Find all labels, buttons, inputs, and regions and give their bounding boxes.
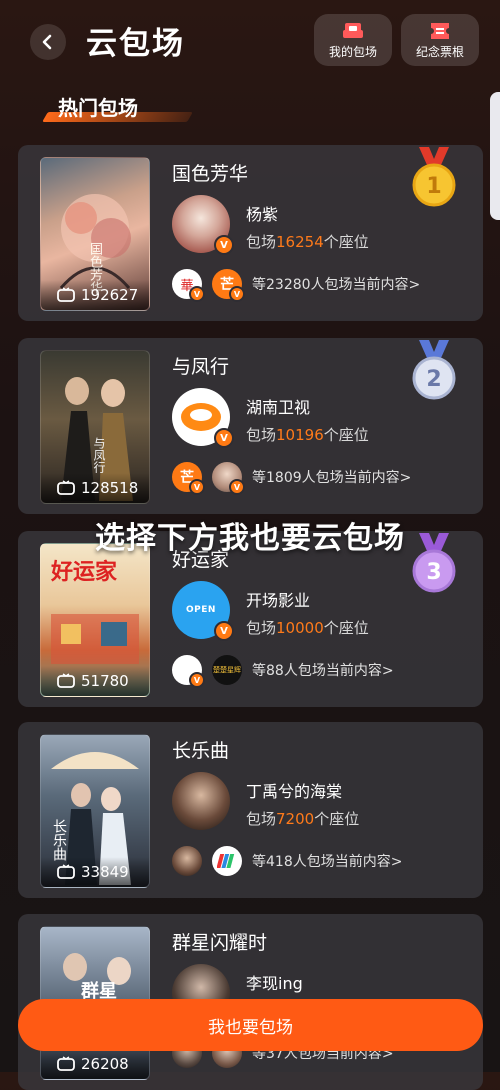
participant-avatar[interactable]: V bbox=[212, 462, 245, 495]
seat-number: 10196 bbox=[276, 426, 324, 444]
participant-avatar[interactable]: 芒 V bbox=[212, 269, 245, 302]
view-count-value: 33849 bbox=[81, 863, 129, 881]
drama-poster[interactable]: 好运家 51780 bbox=[40, 543, 150, 697]
verified-badge-icon: V bbox=[189, 479, 205, 495]
participant-avatar[interactable]: 華 V bbox=[172, 269, 205, 302]
seat-suffix: 个座位 bbox=[323, 426, 369, 444]
booking-card[interactable]: 好运家 51780 好运家 OPEN V 开场影业 包场10000个座位 V 楚… bbox=[18, 531, 483, 707]
participant-avatar[interactable] bbox=[212, 846, 242, 876]
book-now-label: 我也要包场 bbox=[208, 1017, 293, 1038]
verified-badge-icon: V bbox=[189, 286, 205, 302]
top-bar: 云包场 我的包场 纪念票根 bbox=[0, 0, 500, 90]
drama-poster[interactable]: 国色芳华 192627 bbox=[40, 157, 150, 311]
others-link[interactable]: 等23280人包场当前内容> bbox=[252, 274, 420, 294]
my-booking-label: 我的包场 bbox=[328, 44, 377, 59]
ticket-icon bbox=[431, 22, 449, 39]
others-link[interactable]: 等418人包场当前内容> bbox=[252, 851, 402, 871]
my-booking-button[interactable]: 我的包场 bbox=[314, 14, 392, 66]
tv-icon bbox=[57, 673, 75, 688]
view-count-value: 192627 bbox=[81, 286, 139, 304]
side-handle[interactable] bbox=[490, 92, 500, 220]
host-name: 杨紫 bbox=[246, 205, 279, 224]
seat-prefix: 包场 bbox=[246, 810, 277, 828]
verified-badge-icon: V bbox=[214, 428, 234, 448]
drama-title: 群星闪耀时 bbox=[172, 932, 268, 954]
gold-medal-icon: 1 bbox=[412, 147, 456, 207]
view-count-value: 26208 bbox=[81, 1055, 129, 1073]
medal-rank: 3 bbox=[426, 560, 441, 585]
overlay-caption: 选择下方我也要云包场 bbox=[95, 521, 405, 556]
section-title: 热门包场 bbox=[58, 96, 138, 120]
drama-poster[interactable]: 与凤行 128518 bbox=[40, 350, 150, 504]
host-avatar[interactable]: OPEN V bbox=[172, 581, 234, 641]
seat-number: 7200 bbox=[276, 810, 315, 828]
view-count-value: 51780 bbox=[81, 672, 129, 690]
seat-suffix: 个座位 bbox=[323, 619, 369, 637]
seat-count: 包场7200个座位 bbox=[246, 808, 359, 829]
seat-count: 包场10000个座位 bbox=[246, 617, 369, 638]
seat-suffix: 个座位 bbox=[323, 233, 369, 251]
tv-icon bbox=[57, 864, 75, 879]
back-button[interactable] bbox=[30, 24, 66, 60]
booking-card[interactable]: 与凤行 128518 与凤行 V 湖南卫视 包场10196个座位 芒 V V 等… bbox=[18, 338, 483, 514]
view-count: 128518 bbox=[41, 473, 149, 503]
seat-number: 16254 bbox=[276, 233, 324, 251]
view-count: 51780 bbox=[41, 666, 149, 696]
poster-title-text: 长乐曲 bbox=[51, 819, 67, 861]
drama-title: 与凤行 bbox=[172, 356, 230, 378]
poster-title-text: 好运家 bbox=[51, 560, 118, 585]
medal-rank: 1 bbox=[426, 174, 441, 199]
tv-icon bbox=[57, 1056, 75, 1071]
back-arrow-icon bbox=[42, 34, 52, 50]
verified-badge-icon: V bbox=[214, 621, 234, 641]
chuchu-logo-icon: 楚楚星辉 bbox=[213, 666, 241, 674]
verified-badge-icon: V bbox=[214, 235, 234, 255]
others-link[interactable]: 等1809人包场当前内容> bbox=[252, 467, 411, 487]
view-count: 33849 bbox=[41, 857, 149, 887]
view-count: 192627 bbox=[41, 280, 149, 310]
seat-icon bbox=[343, 22, 363, 38]
seat-count: 包场10196个座位 bbox=[246, 424, 369, 445]
verified-badge-icon: V bbox=[229, 479, 245, 495]
page-title: 云包场 bbox=[86, 26, 185, 62]
medal-rank: 2 bbox=[426, 367, 441, 392]
colorful-logo-icon bbox=[217, 854, 235, 868]
seat-number: 10000 bbox=[276, 619, 324, 637]
silver-medal-icon: 2 bbox=[412, 340, 456, 400]
booking-card[interactable]: 国色芳华 192627 国色芳华 V 杨紫 包场16254个座位 華 V 芒 V… bbox=[18, 145, 483, 321]
seat-prefix: 包场 bbox=[246, 619, 277, 637]
host-name: 丁禹兮的海棠 bbox=[246, 782, 343, 801]
verified-badge-icon: V bbox=[189, 672, 205, 688]
host-name: 开场影业 bbox=[246, 591, 311, 610]
drama-poster[interactable]: 长乐曲 33849 bbox=[40, 734, 150, 888]
book-now-button[interactable]: 我也要包场 bbox=[18, 999, 483, 1051]
poster-title-text: 与凤行 bbox=[92, 437, 106, 473]
host-name: 湖南卫视 bbox=[246, 398, 311, 417]
seat-prefix: 包场 bbox=[246, 426, 277, 444]
seat-count: 包场16254个座位 bbox=[246, 231, 369, 252]
host-avatar[interactable]: V bbox=[172, 388, 234, 448]
tv-icon bbox=[57, 480, 75, 495]
tv-icon bbox=[57, 287, 75, 302]
open-logo-icon: OPEN bbox=[186, 605, 216, 615]
participant-avatar[interactable]: 芒 V bbox=[172, 462, 205, 495]
host-name: 李现ing bbox=[246, 974, 303, 993]
participant-avatar[interactable] bbox=[172, 846, 202, 876]
booking-card[interactable]: 长乐曲 33849 长乐曲 丁禹兮的海棠 包场7200个座位 等418人包场当前… bbox=[18, 722, 483, 898]
participant-avatar[interactable]: 楚楚星辉 bbox=[212, 655, 242, 685]
verified-badge-icon: V bbox=[229, 286, 245, 302]
host-avatar[interactable] bbox=[172, 772, 230, 830]
view-count-value: 128518 bbox=[81, 479, 139, 497]
others-link[interactable]: 等88人包场当前内容> bbox=[252, 660, 394, 680]
participant-avatar[interactable]: V bbox=[172, 655, 205, 688]
seat-suffix: 个座位 bbox=[314, 810, 360, 828]
view-count: 26208 bbox=[41, 1049, 149, 1079]
souvenir-ticket-label: 纪念票根 bbox=[415, 44, 464, 59]
host-avatar[interactable]: V bbox=[172, 195, 234, 255]
drama-title: 国色芳华 bbox=[172, 163, 249, 185]
drama-title: 长乐曲 bbox=[172, 740, 230, 762]
seat-prefix: 包场 bbox=[246, 233, 277, 251]
souvenir-ticket-button[interactable]: 纪念票根 bbox=[401, 14, 479, 66]
